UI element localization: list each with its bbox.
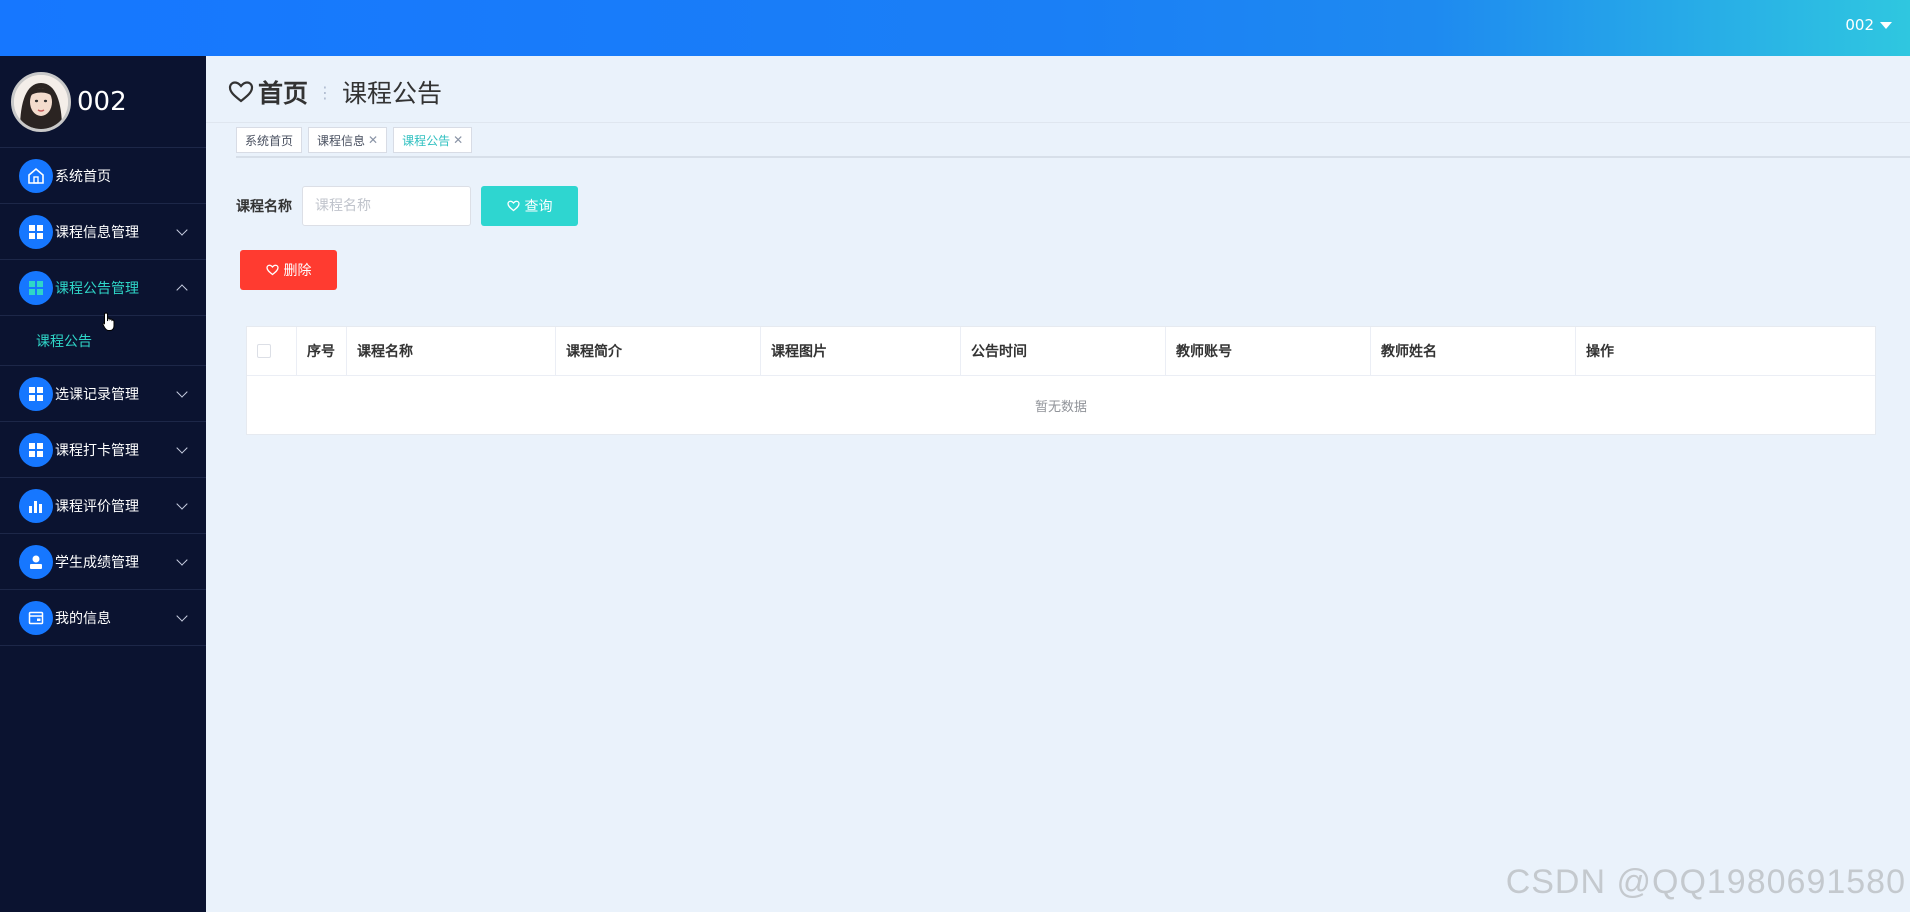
chevron-down-icon [176,498,188,510]
sidebar-item-enrollment[interactable]: 选课记录管理 [0,366,206,422]
user-menu[interactable]: 002 [1845,16,1892,34]
tab-label: 系统首页 [245,133,294,148]
grid-icon [19,432,53,467]
sidebar-item-label: 课程信息管理 [55,224,139,241]
grid-icon [19,270,53,305]
query-button[interactable]: 查询 [481,186,578,226]
empty-state: 暂无数据 [1034,399,1087,415]
sidebar-item-home[interactable]: 系统首页 [0,148,206,204]
card-icon [19,600,53,635]
avatar [11,71,71,132]
grid-icon [19,376,53,411]
select-all-checkbox[interactable] [257,344,271,358]
sidebar-item-label: 课程评价管理 [55,498,139,515]
chevron-down-icon [176,554,188,566]
heart-icon [265,264,279,276]
breadcrumb: 首页 ⋮ 课程公告 [228,74,442,110]
search-label: 课程名称 [236,199,292,215]
sidebar-item-label: 课程打卡管理 [55,442,139,459]
sidebar-item-label: 选课记录管理 [55,386,139,403]
tab-bar: 系统首页 课程信息 ✕ 课程公告 ✕ [236,127,473,153]
search-form: 课程名称 查询 [236,186,578,226]
column-header: 课程名称 [347,327,556,375]
header-select-cell [247,327,297,375]
chevron-down-icon [176,610,188,622]
sidebar-item-course-notice[interactable]: 课程公告管理 [0,260,206,316]
tabs-divider [236,156,1910,158]
column-header: 教师账号 [1166,327,1371,375]
column-header: 序号 [297,327,347,375]
caret-down-icon [1880,21,1892,29]
breadcrumb-current: 课程公告 [342,79,443,108]
delete-button-label: 删除 [283,262,312,278]
user-menu-label: 002 [1845,16,1874,34]
heart-icon [506,200,520,212]
watermark: CSDN @QQ1980691580 [1505,863,1906,901]
chevron-up-icon [176,284,188,296]
close-icon[interactable]: ✕ [368,133,378,147]
tab-course-notice[interactable]: 课程公告 ✕ [393,127,473,153]
breadcrumb-separator: ⋮ [317,82,334,102]
column-header: 教师姓名 [1371,327,1576,375]
course-name-input[interactable] [302,186,471,226]
sidebar-item-checkin[interactable]: 课程打卡管理 [0,422,206,478]
sidebar-item-label: 我的信息 [55,610,111,627]
sidebar-item-evaluation[interactable]: 课程评价管理 [0,478,206,534]
chevron-down-icon [176,386,188,398]
heart-icon [228,81,254,103]
sidebar: 002 系统首页 课程信息管理 课程公告管理 课程公告 选课记录管理 课程打卡管… [0,56,206,912]
chevron-down-icon [176,224,188,236]
close-icon[interactable]: ✕ [453,133,463,147]
sidebar-item-grades[interactable]: 学生成绩管理 [0,534,206,590]
header-divider [206,122,1910,123]
sidebar-item-my-info[interactable]: 我的信息 [0,590,206,646]
delete-button[interactable]: 删除 [240,250,337,290]
tab-label: 课程信息 [317,133,366,148]
tab-label: 课程公告 [402,133,451,148]
sidebar-item-course-info[interactable]: 课程信息管理 [0,204,206,260]
breadcrumb-home[interactable]: 首页 [258,74,308,110]
column-header: 公告时间 [961,327,1166,375]
main-content: 首页 ⋮ 课程公告 系统首页 课程信息 ✕ 课程公告 ✕ 课程名称 查询 [206,56,1910,912]
tab-system-home[interactable]: 系统首页 [236,127,303,153]
query-button-label: 查询 [524,198,553,214]
home-icon [19,158,53,193]
sidebar-item-label: 系统首页 [55,168,111,185]
column-header: 课程简介 [556,327,761,375]
top-bar: 002 [0,0,1910,56]
tab-course-info[interactable]: 课程信息 ✕ [308,127,388,153]
sidebar-item-label: 课程公告管理 [55,280,139,297]
table-header: 序号 课程名称 课程简介 课程图片 公告时间 教师账号 教师姓名 操作 [247,327,1875,376]
chevron-down-icon [176,442,188,454]
profile: 002 [0,56,206,148]
notice-table: 序号 课程名称 课程简介 课程图片 公告时间 教师账号 教师姓名 操作 暂无数据 [246,326,1876,435]
grid-icon [19,214,53,249]
hand-cursor-icon [102,312,115,331]
person-icon [19,544,53,579]
profile-name: 002 [77,86,127,117]
column-header: 操作 [1586,344,1614,360]
bar-chart-icon [19,488,53,523]
sidebar-item-label: 学生成绩管理 [55,554,139,571]
column-header: 课程图片 [761,327,961,375]
